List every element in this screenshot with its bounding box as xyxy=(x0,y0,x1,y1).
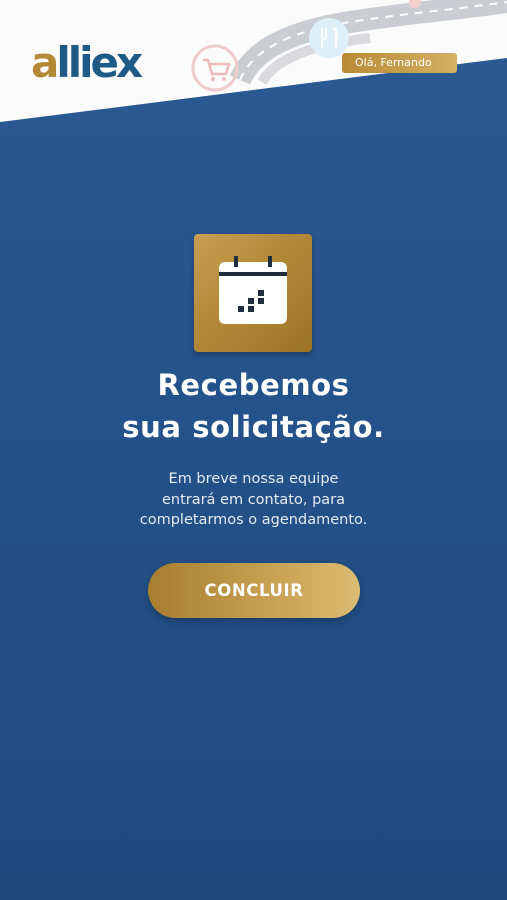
logo-letter-a: a xyxy=(31,38,59,87)
message-line-3: completarmos o agendamento. xyxy=(139,512,368,528)
user-greeting-badge[interactable]: Olá, Fernando xyxy=(342,53,457,73)
logo-text: lliex xyxy=(56,38,143,87)
conclude-button[interactable]: CONCLUIR xyxy=(148,563,360,618)
title-line-2: sua solicitação. xyxy=(122,410,385,444)
confirmation-screen: a lliex Olá, Fernando Recebemos sua solic… xyxy=(0,0,507,900)
confirmation-title: Recebemos sua solicitação. xyxy=(0,364,507,448)
alliex-logo: a lliex xyxy=(31,36,143,87)
confirmation-message: Em breve nossa equipe entrará em contato… xyxy=(0,469,507,531)
calendar-icon-tile xyxy=(194,234,312,352)
calendar-icon xyxy=(219,256,287,324)
message-line-1: Em breve nossa equipe xyxy=(168,471,339,487)
blue-background xyxy=(0,0,507,900)
title-line-1: Recebemos xyxy=(157,368,350,402)
message-line-2: entrará em contato, para xyxy=(161,491,346,508)
